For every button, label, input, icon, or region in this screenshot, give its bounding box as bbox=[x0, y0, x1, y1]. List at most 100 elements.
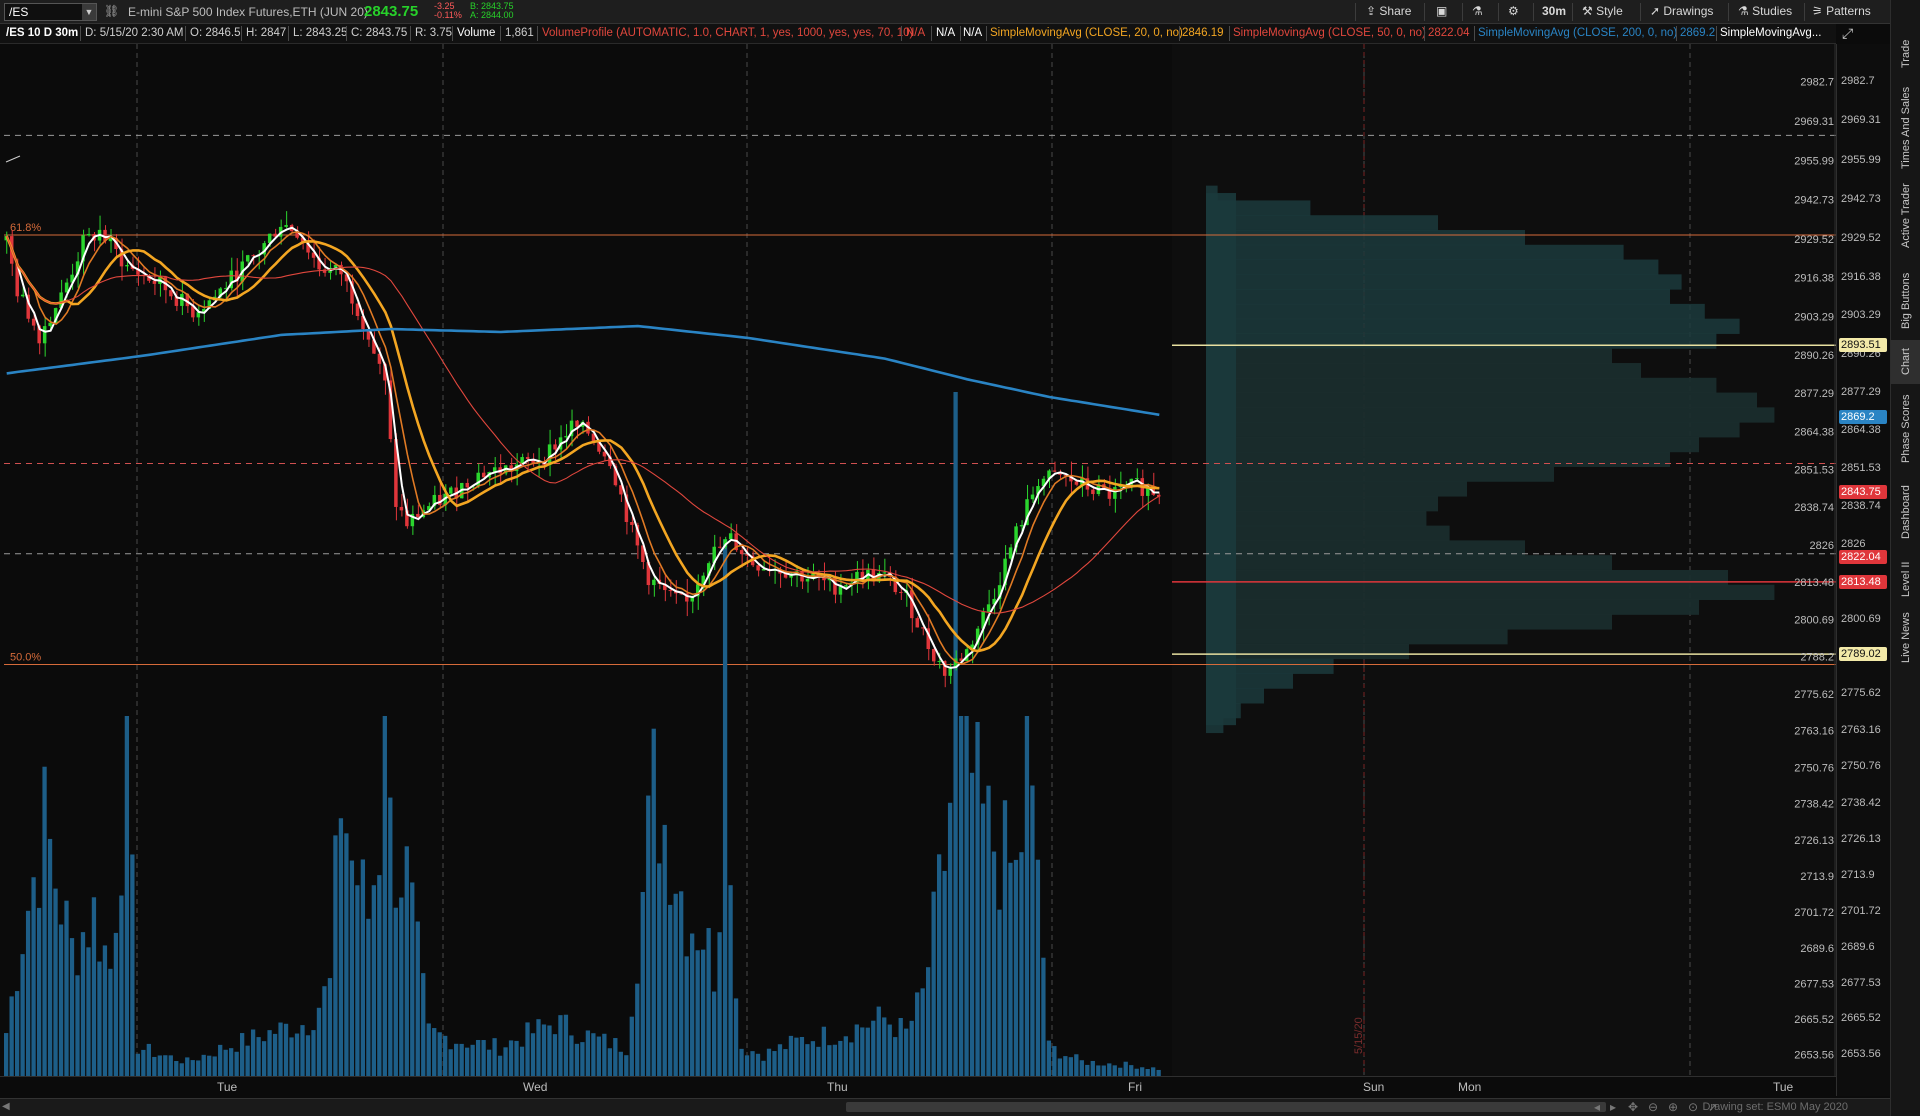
volume-bar bbox=[536, 1019, 541, 1076]
zoom-reset-icon[interactable]: ⊙ bbox=[1688, 1100, 1698, 1114]
tab-active-trader[interactable]: Active Trader bbox=[1891, 176, 1920, 256]
chart-scrollbar[interactable]: ◀ ◂ ▸ ✥ ⊖ ⊕ ⊙ ➚ Drawing set: ESM0 May 20… bbox=[0, 1098, 1890, 1116]
time-tick-label: Tue bbox=[1773, 1080, 1794, 1094]
volume-bar bbox=[1101, 1065, 1106, 1076]
ask-price: A: 2844.00 bbox=[470, 10, 514, 20]
volume-profile-bar bbox=[1206, 348, 1612, 364]
zoom-out-icon[interactable]: ⊖ bbox=[1648, 1100, 1658, 1114]
time-tick-label: Sun bbox=[1363, 1080, 1385, 1094]
scrollbar-thumb[interactable] bbox=[846, 1102, 1606, 1112]
net-change: -3.25 -0.11% bbox=[434, 2, 462, 20]
price-tick-label: 2813.48 bbox=[1794, 577, 1834, 589]
volume-bar bbox=[486, 1049, 492, 1076]
volume-bar bbox=[942, 870, 947, 1076]
volume-profile-bar bbox=[1206, 215, 1438, 231]
share-button[interactable]: ⇪ Share bbox=[1362, 3, 1415, 21]
price-tick-label: 2653.56 bbox=[1841, 1047, 1881, 1060]
chart-canvas[interactable]: 5/15/20 61.8% 50.0% 2982.7 2969.31 2955.99 294… bbox=[0, 44, 1836, 1096]
study-separator bbox=[1716, 26, 1717, 41]
volume-bar bbox=[261, 1041, 267, 1076]
flask-icon: ⚗ bbox=[1738, 4, 1753, 18]
volume-bar bbox=[311, 1030, 316, 1076]
date-marker-label: 5/15/20 bbox=[1353, 1017, 1365, 1054]
volume-bar bbox=[316, 1007, 322, 1076]
volume-bar bbox=[338, 818, 344, 1076]
study-separator bbox=[1424, 26, 1425, 41]
volume-profile-bar bbox=[1206, 303, 1705, 320]
timeframe-button[interactable]: 30m bbox=[1538, 3, 1570, 21]
volume-bar bbox=[591, 1033, 596, 1076]
bar-close: C: 2843.75 bbox=[351, 27, 408, 39]
zoom-in-icon[interactable]: ⊕ bbox=[1668, 1100, 1678, 1114]
bid-ask: B: 2843.75 A: 2844.00 bbox=[470, 2, 514, 20]
volume-bar bbox=[997, 909, 1002, 1076]
volume-bar bbox=[1046, 1040, 1052, 1076]
tab-phase-scores[interactable]: Phase Scores bbox=[1891, 386, 1920, 472]
style-button[interactable]: ⚒ Style bbox=[1578, 3, 1627, 21]
study-separator bbox=[537, 26, 538, 41]
price-tick-label: 2665.52 bbox=[1841, 1012, 1881, 1025]
volume-bar bbox=[898, 1017, 903, 1076]
tab-live-news[interactable]: Live News bbox=[1891, 606, 1920, 670]
volume-bar bbox=[20, 954, 25, 1076]
volume-bar bbox=[871, 1020, 876, 1076]
price-chart[interactable]: 5/15/20 61.8% 50.0% 2982.7 2969.31 2955.99 294… bbox=[0, 44, 1836, 1096]
tab-times-and-sales[interactable]: Times And Sales bbox=[1891, 80, 1920, 176]
volume-profile-bar bbox=[1206, 451, 1670, 467]
instrument-description: E-mini S&P 500 Index Futures,ETH (JUN 20… bbox=[128, 5, 368, 19]
studies-button[interactable]: ⚗ Studies bbox=[1734, 3, 1796, 21]
drawings-button[interactable]: ➚ Drawings bbox=[1646, 3, 1717, 21]
price-tick-label: 2689.6 bbox=[1841, 941, 1875, 954]
volume-bar bbox=[437, 1032, 442, 1076]
price-tags: 2982.7 2969.31 2955.99 2942.73 2929.52 2916.3… bbox=[1836, 44, 1890, 1096]
tab-big-buttons[interactable]: Big Buttons bbox=[1891, 262, 1920, 340]
volume-bar bbox=[223, 1049, 228, 1076]
volume-bar bbox=[816, 1046, 821, 1076]
volume-bar bbox=[1019, 852, 1024, 1076]
chart-toolbar: /ES ▼ ⛓ E-mini S&P 500 Index Futures,ETH… bbox=[0, 0, 1890, 24]
volume-bar bbox=[58, 924, 64, 1076]
toolbar-separator bbox=[1533, 3, 1534, 21]
price-tick-label: 2942.73 bbox=[1794, 195, 1834, 207]
volume-bar bbox=[426, 1023, 431, 1076]
link-icon[interactable]: ⛓ bbox=[104, 4, 119, 18]
vp-na-3: N/A bbox=[963, 27, 983, 39]
toolbar-separator bbox=[1355, 3, 1356, 21]
volume-profile-bar bbox=[1206, 377, 1717, 394]
settings-button[interactable]: ⚙ bbox=[1504, 3, 1523, 21]
volume-bar bbox=[1074, 1054, 1079, 1076]
sma20-value: 2846.19 bbox=[1182, 27, 1224, 39]
candle-body bbox=[245, 255, 250, 262]
volume-bar bbox=[250, 1029, 256, 1076]
volume-bar bbox=[305, 1035, 311, 1076]
volume-bar bbox=[475, 1039, 481, 1076]
volume-bar bbox=[75, 975, 80, 1076]
candle-body bbox=[481, 472, 486, 478]
tab-level-ii[interactable]: Level II bbox=[1891, 552, 1920, 606]
scroll-left-icon[interactable]: ◀ bbox=[2, 1101, 10, 1112]
volume-bar bbox=[42, 766, 47, 1076]
price-tick-label: 2955.99 bbox=[1794, 156, 1834, 168]
study-separator bbox=[986, 26, 987, 41]
patterns-button[interactable]: ⚞ Patterns bbox=[1808, 3, 1875, 21]
expand-icon[interactable]: ⤢ bbox=[1842, 25, 1853, 42]
tab-dashboard[interactable]: Dashboard bbox=[1891, 476, 1920, 548]
price-tick-label: 2763.16 bbox=[1841, 723, 1881, 736]
candle-body bbox=[986, 604, 991, 612]
scroll-right-icon[interactable]: ▸ bbox=[1610, 1100, 1616, 1114]
study-separator bbox=[241, 26, 242, 41]
volume-bar bbox=[700, 949, 706, 1076]
volume-bar bbox=[91, 897, 97, 1076]
tab-trade[interactable]: Trade bbox=[1891, 28, 1920, 80]
symbol-input[interactable]: /ES ▼ bbox=[4, 3, 97, 21]
volume-bar bbox=[580, 1042, 585, 1076]
time-tick-label: Fri bbox=[1128, 1080, 1142, 1094]
chevron-down-icon[interactable]: ▼ bbox=[82, 4, 96, 20]
flask-button[interactable]: ⚗ bbox=[1468, 3, 1487, 21]
tab-chart[interactable]: Chart bbox=[1891, 340, 1920, 384]
candle-body bbox=[575, 420, 579, 427]
pan-icon[interactable]: ✥ bbox=[1628, 1100, 1638, 1114]
scroll-left-icon[interactable]: ◂ bbox=[1594, 1100, 1600, 1114]
volume-bar bbox=[1145, 1068, 1150, 1076]
snapshot-button[interactable]: ▣ bbox=[1432, 3, 1451, 21]
